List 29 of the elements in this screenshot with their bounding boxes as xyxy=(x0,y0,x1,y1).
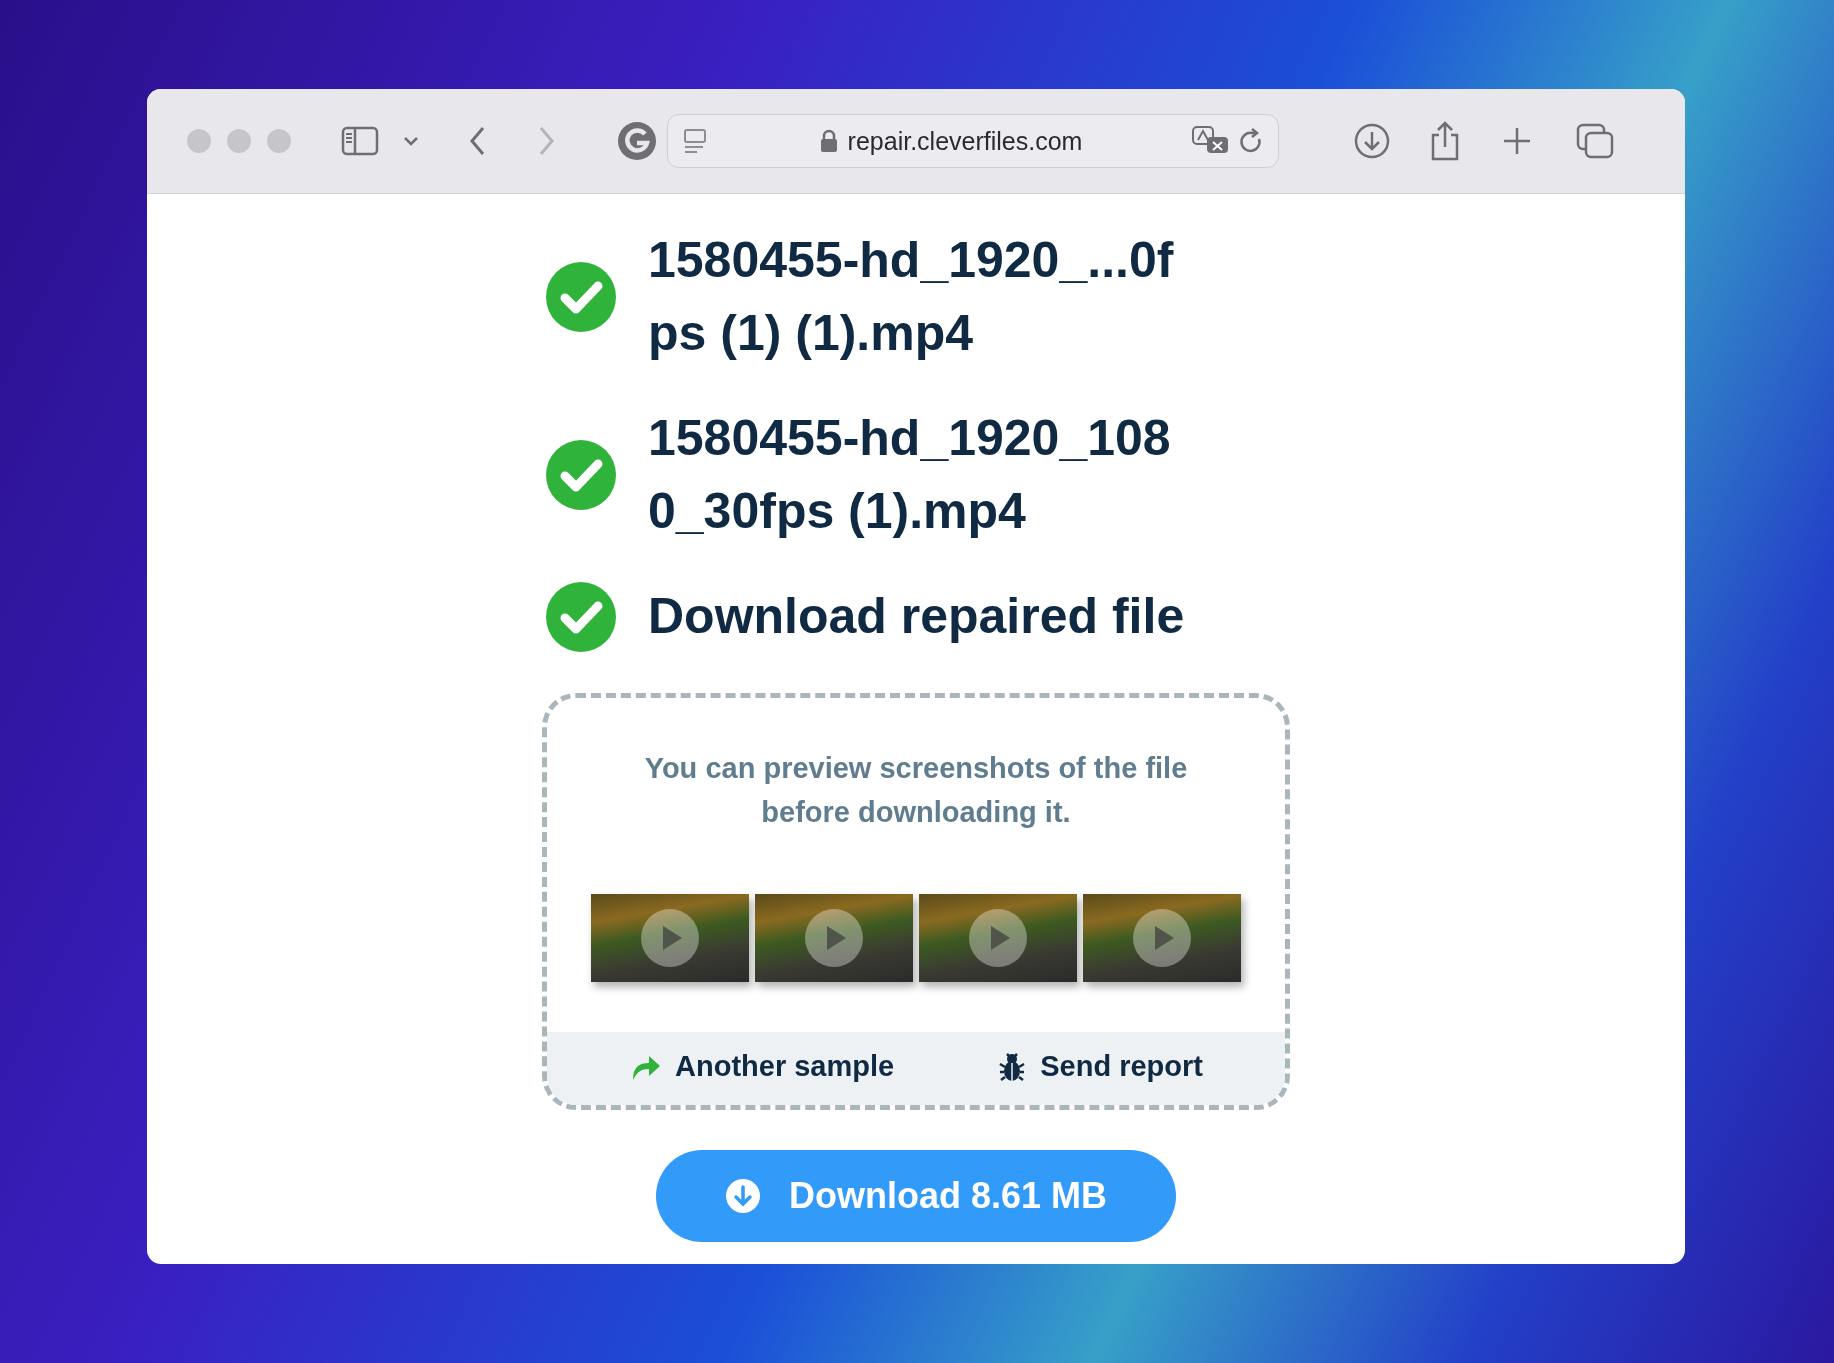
bug-icon xyxy=(998,1051,1027,1082)
send-report-link[interactable]: Send report xyxy=(998,1050,1203,1083)
sidebar-icon[interactable] xyxy=(341,126,379,156)
video-thumbnail[interactable] xyxy=(755,894,913,982)
translate-icon[interactable] xyxy=(1192,126,1230,156)
step-title: Download repaired file xyxy=(648,587,1186,646)
video-thumbnail[interactable] xyxy=(591,894,749,982)
chevron-down-icon[interactable] xyxy=(403,136,419,146)
download-icon xyxy=(724,1178,761,1214)
play-icon[interactable] xyxy=(1132,908,1192,968)
url-text: repair.cleverfiles.com xyxy=(847,126,1083,156)
play-icon[interactable] xyxy=(968,908,1028,968)
tabs-overview-icon[interactable] xyxy=(1576,123,1614,159)
play-icon[interactable] xyxy=(640,908,700,968)
lock-icon xyxy=(819,129,838,153)
step-title: 1580455-hd_1920_1080_30fps (1).mp4 xyxy=(648,409,1172,541)
back-icon[interactable] xyxy=(469,126,485,156)
preview-message: You can preview screenshots of the file before downloading it. xyxy=(643,751,1189,830)
new-tab-icon[interactable] xyxy=(1502,126,1532,156)
extension-icon[interactable] xyxy=(617,121,657,161)
reload-icon[interactable] xyxy=(1238,127,1264,155)
download-icon[interactable] xyxy=(1354,123,1390,159)
share-icon[interactable] xyxy=(1430,121,1460,161)
step-title: 1580455-hd_1920_...0fps (1) (1).mp4 xyxy=(648,231,1175,363)
play-icon[interactable] xyxy=(804,908,864,968)
another-sample-link[interactable]: Another sample xyxy=(629,1050,895,1083)
video-thumbnail[interactable] xyxy=(1083,894,1241,982)
video-thumbnail[interactable] xyxy=(919,894,1077,982)
address-bar[interactable]: repair.cleverfiles.com xyxy=(667,114,1279,168)
